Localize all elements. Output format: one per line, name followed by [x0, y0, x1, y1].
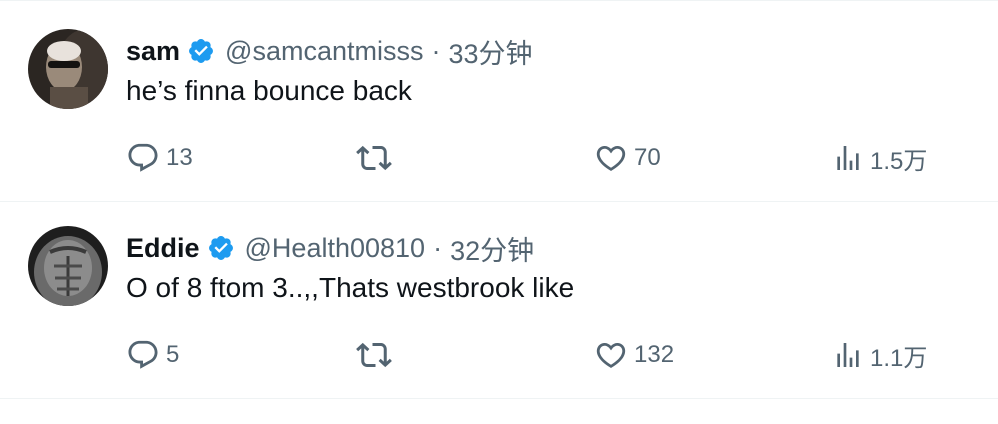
avatar[interactable]	[28, 29, 108, 109]
like-count: 132	[634, 341, 675, 368]
like-button[interactable]: 70	[594, 138, 661, 178]
action-bar: 5 132 1.1万	[0, 335, 998, 375]
reply-icon	[126, 338, 160, 372]
tweet-item[interactable]: sam @samcantmisss · 33分钟 he’s finna boun…	[0, 0, 998, 202]
views-icon	[832, 339, 864, 371]
timestamp[interactable]: 33分钟	[449, 32, 533, 71]
separator-dot: ·	[433, 232, 443, 263]
reply-button[interactable]: 5	[126, 335, 179, 375]
like-icon	[594, 141, 628, 175]
user-handle[interactable]: @Health00810	[245, 233, 426, 264]
verified-badge-icon	[187, 37, 215, 65]
retweet-button[interactable]	[356, 335, 392, 375]
tweet-item[interactable]: Eddie @Health00810 · 32分钟 O of 8 ftom 3.…	[0, 201, 998, 399]
user-handle[interactable]: @samcantmisss	[225, 36, 423, 67]
like-button[interactable]: 132	[594, 335, 674, 375]
display-name[interactable]: Eddie	[126, 233, 200, 264]
separator-dot: ·	[431, 35, 441, 66]
views-count: 1.5万	[870, 147, 928, 175]
reply-count: 13	[166, 144, 193, 171]
views-button[interactable]: 1.5万	[832, 138, 927, 178]
retweet-icon	[356, 140, 392, 176]
display-name[interactable]: sam	[126, 36, 180, 67]
tweet-header: Eddie @Health00810 · 32分钟	[126, 228, 534, 268]
retweet-button[interactable]	[356, 138, 392, 178]
reply-count: 5	[166, 341, 180, 368]
action-bar: 13 70 1.5万	[0, 138, 998, 178]
views-button[interactable]: 1.1万	[832, 335, 927, 375]
timestamp[interactable]: 32分钟	[450, 229, 534, 268]
like-icon	[594, 338, 628, 372]
avatar[interactable]	[28, 226, 108, 306]
verified-badge-icon	[207, 234, 235, 262]
retweet-icon	[356, 337, 392, 373]
tweet-header: sam @samcantmisss · 33分钟	[126, 31, 533, 71]
like-count: 70	[634, 144, 661, 171]
reply-button[interactable]: 13	[126, 138, 193, 178]
views-count: 1.1万	[870, 344, 928, 372]
views-icon	[832, 142, 864, 174]
reply-icon	[126, 141, 160, 175]
tweet-text: O of 8 ftom 3..,,Thats westbrook like	[126, 272, 575, 303]
tweet-text: he’s finna bounce back	[126, 75, 412, 106]
